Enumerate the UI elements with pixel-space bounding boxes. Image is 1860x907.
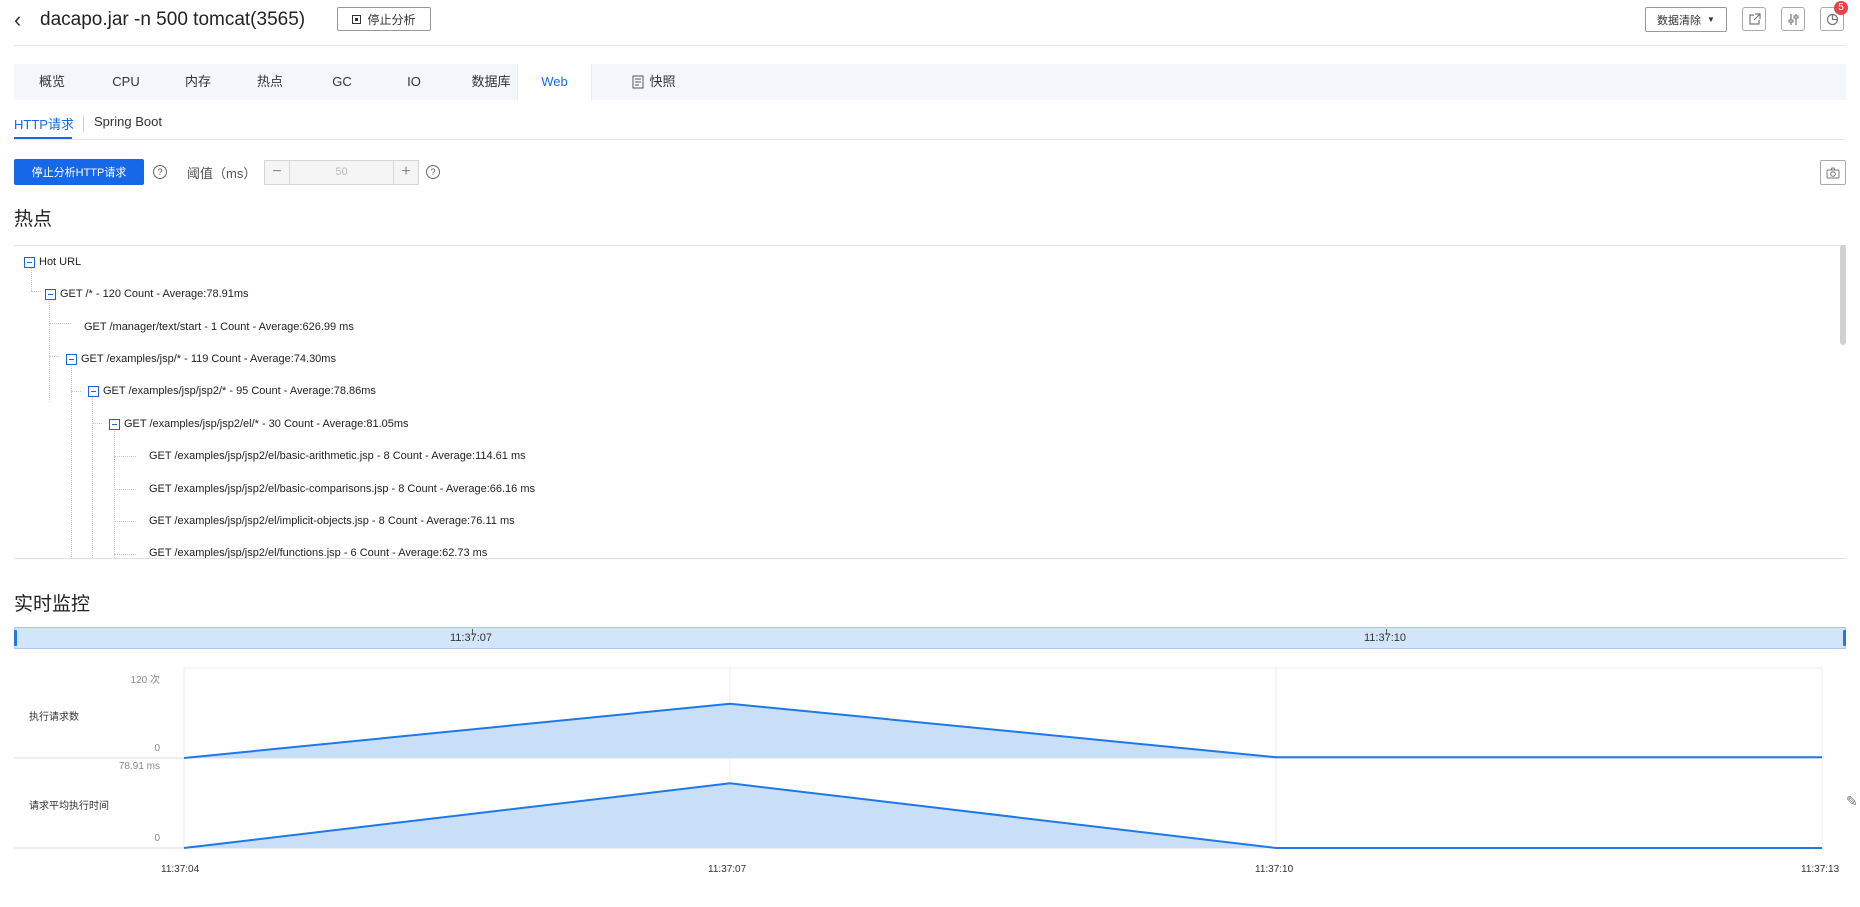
monitor-charts bbox=[14, 667, 1823, 849]
edit-icon[interactable]: ✎ bbox=[1846, 793, 1858, 810]
